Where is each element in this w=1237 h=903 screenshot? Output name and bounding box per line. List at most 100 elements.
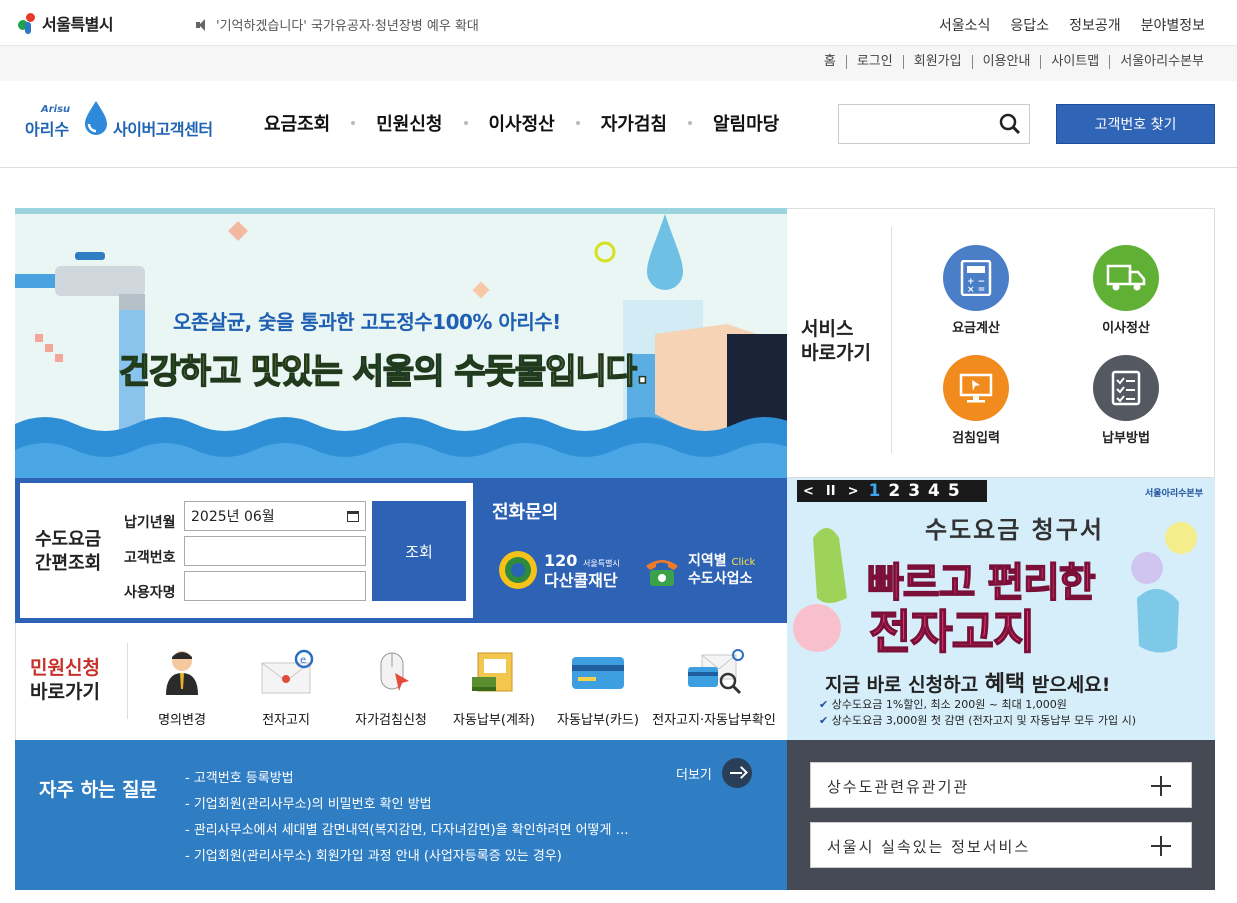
faq-more-button[interactable]: 더보기 — [676, 758, 752, 788]
menu-self-reading[interactable]: 자가검침 — [601, 110, 667, 136]
dasan-call-text: 120 서울특별시 다산콜재단 — [544, 552, 620, 589]
customer-number-input[interactable] — [184, 536, 366, 566]
top-menu-seoul-news[interactable]: 서울소식 — [939, 15, 991, 35]
email-icon: e — [261, 649, 314, 694]
menu-civil-request[interactable]: 민원신청 — [376, 110, 442, 136]
regional-office-link[interactable]: 지역별 Click 수도사업소 — [642, 550, 755, 590]
menu-notice-board[interactable]: 알림마당 — [713, 110, 779, 136]
search-input[interactable] — [838, 104, 1030, 144]
slide-page-1[interactable]: 1 — [869, 481, 881, 501]
slogan-part-health: 건강 — [118, 351, 181, 393]
slogan-part — [342, 352, 353, 392]
civil-name-change-label: 명의변경 — [158, 713, 206, 728]
calendar-icon[interactable] — [347, 510, 359, 522]
regional-office-text: 지역별 Click 수도사업소 — [688, 553, 755, 588]
faq-item[interactable]: - 고객번호 등록방법 — [185, 766, 629, 792]
util-login[interactable]: 로그인 — [845, 55, 903, 69]
civil-auto-pay-account[interactable]: 자동납부(계좌) — [446, 649, 542, 728]
top-menu-info-disclosure[interactable]: 정보공개 — [1069, 15, 1121, 35]
faq-item[interactable]: - 관리사무소에서 세대별 감면내역(복지감면, 다자녀감면)을 확인하려면 어… — [185, 818, 629, 844]
quick-move-settlement[interactable]: 이사정산 — [1076, 245, 1176, 336]
faq-item[interactable]: - 기업회원(관리사무소) 회원가입 과정 안내 (사업자등록증 있는 경우) — [185, 844, 629, 870]
slide-page-2[interactable]: 2 — [888, 481, 900, 501]
menu-bill-inquiry[interactable]: 요금조회 — [264, 110, 330, 136]
dasan-call-link[interactable]: 120 서울특별시 다산콜재단 — [498, 550, 620, 590]
slide-page-4[interactable]: 4 — [928, 481, 940, 501]
util-signup[interactable]: 회원가입 — [902, 55, 972, 69]
service-quick-title-line1: 서비스 — [801, 318, 854, 340]
promo-banner[interactable]: < II > 1 2 3 4 5 서울아리수본부 수도요금 청구서 빠르고 편리… — [787, 478, 1215, 740]
due-month-label: 납기년월 — [124, 515, 176, 531]
plus-icon[interactable] — [1151, 776, 1171, 796]
civil-e-notice-auto-pay-check[interactable]: 전자고지·자동납부확인 — [648, 649, 780, 728]
due-month-input[interactable]: 2025년 06월 — [184, 501, 366, 531]
util-home[interactable]: 홈 — [814, 55, 846, 69]
service-quick-title: 서비스 바로가기 — [801, 317, 871, 365]
plus-icon[interactable] — [1151, 836, 1171, 856]
dasan-number: 120 — [544, 550, 578, 570]
civil-title-line1: 민원신청 — [30, 657, 100, 679]
arrow-right-icon[interactable] — [721, 758, 752, 788]
bill-lookup-title-line2: 간편조회 — [35, 553, 102, 574]
slogan-part-tasty: 맛있는 — [250, 351, 343, 393]
civil-request-quick-links: 민원신청 바로가기 명의변경 e 전자고지 자가검침신청 자동납부(계좌) 자동… — [15, 623, 787, 740]
region-line1: 지역별 — [688, 552, 727, 569]
notice-ticker[interactable]: '기억하겠습니다' 국가유공자·청년장병 예우 확대 — [196, 15, 479, 34]
find-customer-number-button[interactable]: 고객번호 찾기 — [1056, 104, 1215, 144]
user-name-input[interactable] — [184, 571, 366, 601]
bill-lookup-title-line1: 수도요금 — [35, 529, 102, 550]
menu-separator — [463, 121, 468, 125]
region-line2: 수도사업소 — [688, 570, 753, 587]
checklist-icon — [1093, 355, 1159, 421]
slide-page-5[interactable]: 5 — [948, 481, 960, 501]
main-banner[interactable]: 오존살균, 숯을 통과한 고도정수100% 아리수! 건강하고 맛있는 서울의 … — [15, 208, 787, 478]
faq-more-label: 더보기 — [676, 767, 712, 783]
civil-auto-pay-card[interactable]: 자동납부(카드) — [552, 649, 644, 728]
bill-lookup-form: 수도요금 간편조회 납기년월 2025년 06월 고객번호 사용자명 조회 — [20, 483, 473, 618]
seoul-logo-icon — [16, 12, 38, 34]
arisu-logo-en: Arisu — [41, 104, 71, 115]
menu-move-settlement[interactable]: 이사정산 — [489, 110, 555, 136]
related-water-agencies-dropdown[interactable]: 상수도관련유관기관 — [810, 762, 1192, 808]
quick-fee-calculation[interactable]: + − × = 요금계산 — [926, 245, 1026, 336]
quick-payment-method[interactable]: 납부방법 — [1076, 355, 1176, 446]
mouse-click-icon — [380, 652, 409, 691]
faq-list: - 고객번호 등록방법 - 기업회원(관리사무소)의 비밀번호 확인 방법 - … — [185, 766, 629, 870]
seoul-logo-text: 서울특별시 — [42, 15, 114, 34]
phone-inquiry-title: 전화문의 — [492, 502, 559, 523]
truck-icon — [1093, 245, 1159, 311]
slogan-part: 하고 — [179, 351, 251, 393]
arisu-logo[interactable]: Arisu 아리수 사이버고객센터 — [25, 98, 225, 148]
calculator-icon: + − × = — [943, 245, 1009, 311]
slide-prev-button[interactable]: < — [803, 484, 814, 499]
promo-line1: 수도요금 청구서 — [925, 516, 1104, 544]
slide-page-3[interactable]: 3 — [908, 481, 920, 501]
faq-title: 자주 하는 질문 — [39, 779, 158, 801]
water-drop-icon — [85, 101, 107, 135]
seoul-logo[interactable]: 서울특별시 — [16, 11, 114, 35]
top-menu: 서울소식 응답소 정보공개 분야별정보 — [939, 15, 1205, 35]
promo-line6-text: 상수도요금 3,000원 첫 감면 (전자고지 및 자동납부 모두 가입 시) — [831, 714, 1137, 727]
util-sitemap[interactable]: 사이트맵 — [1040, 55, 1109, 69]
civil-e-notice[interactable]: e 전자고지 — [244, 649, 328, 728]
civil-name-change[interactable]: 명의변경 — [140, 649, 224, 728]
related-seoul-info-dropdown[interactable]: 서울시 실속있는 정보서비스 — [810, 822, 1192, 868]
top-menu-field-info[interactable]: 분야별정보 — [1141, 15, 1205, 35]
credit-card-icon — [572, 657, 624, 689]
util-guide[interactable]: 이용안내 — [971, 55, 1041, 69]
monitor-icon — [943, 355, 1009, 421]
quick-meter-input[interactable]: 검침입력 — [926, 355, 1026, 446]
slogan-part-seoul-water: 서울의 수돗물 — [352, 351, 547, 393]
banner-slogan: 건강하고 맛있는 서울의 수돗물입니다. — [118, 344, 649, 393]
top-menu-eungdapso[interactable]: 응답소 — [1010, 15, 1049, 35]
slide-next-button[interactable]: > — [848, 484, 859, 499]
lookup-button[interactable]: 조회 — [372, 501, 466, 601]
person-icon — [166, 651, 198, 695]
civil-self-reading-request[interactable]: 자가검침신청 — [346, 649, 436, 728]
faq-item[interactable]: - 기업회원(관리사무소)의 비밀번호 확인 방법 — [185, 792, 629, 818]
civil-auto-pay-account-label: 자동납부(계좌) — [453, 713, 535, 728]
slide-pause-button[interactable]: II — [826, 484, 836, 499]
util-arisu-hq[interactable]: 서울아리수본부 — [1109, 55, 1214, 69]
search-icon[interactable] — [999, 113, 1021, 135]
promo-line5: ✔ 상수도요금 1%할인, 최소 200원 ~ 최대 1,000원 — [819, 696, 1067, 712]
